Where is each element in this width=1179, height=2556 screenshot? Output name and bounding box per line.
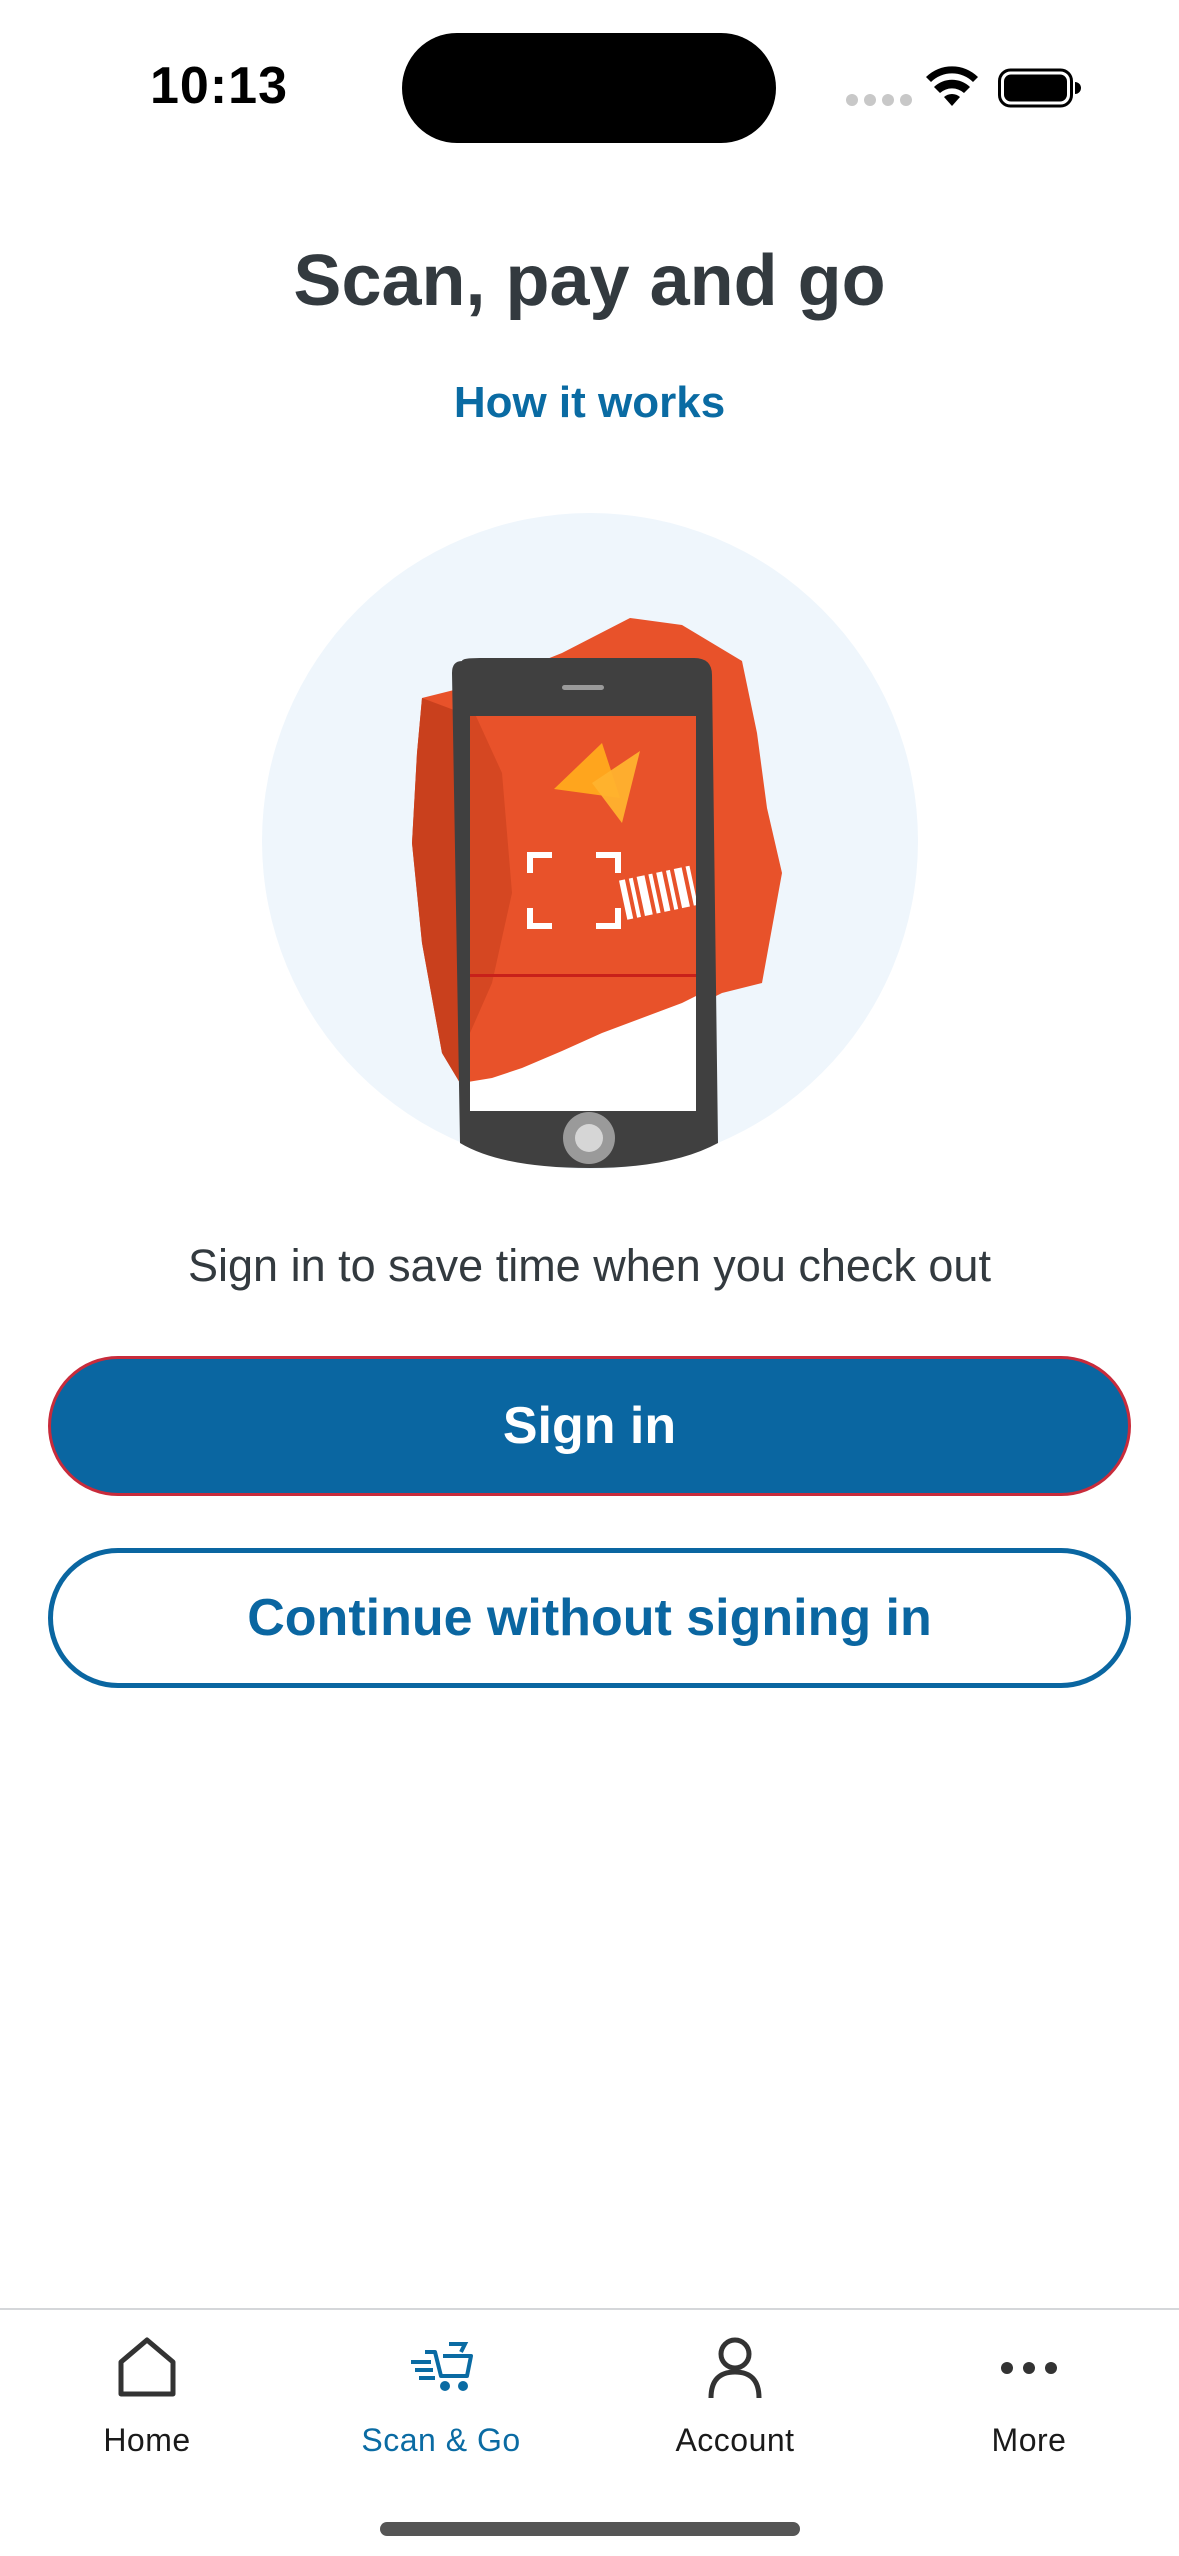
page-title: Scan, pay and go [293, 241, 886, 321]
person-icon [708, 2337, 762, 2399]
tab-account[interactable]: Account [588, 2332, 882, 2482]
tab-scan-go-label: Scan & Go [361, 2422, 521, 2458]
tab-more[interactable]: More [882, 2332, 1176, 2482]
cart-icon [411, 2342, 473, 2391]
scan-phone-illustration [262, 513, 918, 1169]
battery-icon [998, 68, 1081, 108]
sign-in-button-label: Sign in [502, 1397, 677, 1455]
tab-home[interactable]: Home [0, 2332, 294, 2482]
continue-without-signing-in-button[interactable]: Continue without signing in [48, 1548, 1131, 1688]
status-bar: 10:13 [0, 0, 1179, 150]
tab-home-label: Home [103, 2422, 191, 2458]
cellular-signal-icon [846, 94, 912, 106]
sign-in-button[interactable]: Sign in [48, 1356, 1131, 1496]
wifi-icon [926, 66, 978, 106]
tab-more-label: More [991, 2422, 1067, 2458]
home-indicator [380, 2522, 800, 2536]
dynamic-island [402, 33, 776, 143]
more-icon [1001, 2362, 1057, 2374]
continue-button-label: Continue without signing in [247, 1589, 932, 1647]
tab-bar: Home Scan & Go Account More [0, 2308, 1179, 2556]
tab-account-label: Account [675, 2422, 795, 2458]
home-icon [118, 2337, 176, 2397]
tab-scan-go[interactable]: Scan & Go [294, 2332, 588, 2482]
status-time: 10:13 [150, 57, 288, 115]
sign-in-prompt: Sign in to save time when you check out [188, 1240, 991, 1291]
how-it-works-link[interactable]: How it works [0, 378, 1179, 428]
